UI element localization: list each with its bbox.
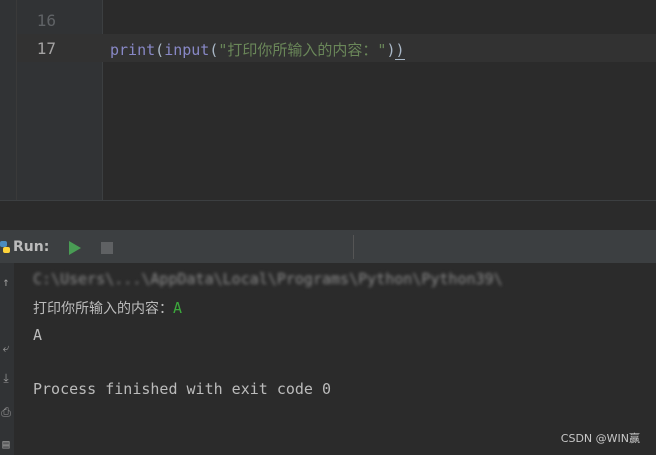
line-number-16: 16 xyxy=(36,11,56,30)
input-prompt-line: 打印你所输入的内容：A xyxy=(33,298,182,318)
left-tool-strip xyxy=(0,0,17,229)
scroll-up-icon[interactable]: ↑ xyxy=(0,275,12,289)
header-divider xyxy=(353,235,354,259)
editor-bottom-area xyxy=(0,200,656,230)
scroll-to-end-icon[interactable]: ⤓ xyxy=(0,371,12,385)
command-line-blurred: C:\Users\...\AppData\Local\Programs\Pyth… xyxy=(33,270,503,288)
print-icon[interactable]: ⎙ xyxy=(0,405,12,419)
soft-wrap-icon[interactable]: ⤶ xyxy=(0,341,12,355)
play-icon[interactable] xyxy=(69,241,81,255)
prompt-text: 打印你所输入的内容： xyxy=(33,301,173,317)
stop-icon[interactable] xyxy=(101,242,113,254)
line-number-gutter xyxy=(17,0,103,200)
run-tool-window-header: Run: xyxy=(0,229,656,264)
user-input-text: A xyxy=(173,299,183,317)
prompt-string-literal: "打印你所输入的内容：" xyxy=(218,41,387,59)
console-output[interactable]: ↑ ⤶ ⤓ ⎙ ▤ C:\Users\...\AppData\Local\Pro… xyxy=(0,263,656,455)
exit-message: Process finished with exit code 0 xyxy=(33,380,332,398)
input-builtin: input xyxy=(164,41,210,59)
trash-icon[interactable]: ▤ xyxy=(0,437,12,451)
console-side-toolbar: ↑ ⤶ ⤓ ⎙ ▤ xyxy=(0,263,14,455)
print-builtin: print xyxy=(110,41,156,59)
line-number-17: 17 xyxy=(36,39,56,58)
paren-close-matched: ) xyxy=(395,41,405,60)
code-line-17[interactable]: print(input("打印你所输入的内容：")) xyxy=(110,39,405,60)
run-title: Run: xyxy=(13,239,50,255)
watermark: CSDN @WIN赢 xyxy=(560,432,640,445)
python-run-config-icon xyxy=(0,241,10,253)
paren-open: ( xyxy=(155,41,165,59)
program-output-line: A xyxy=(33,326,43,344)
